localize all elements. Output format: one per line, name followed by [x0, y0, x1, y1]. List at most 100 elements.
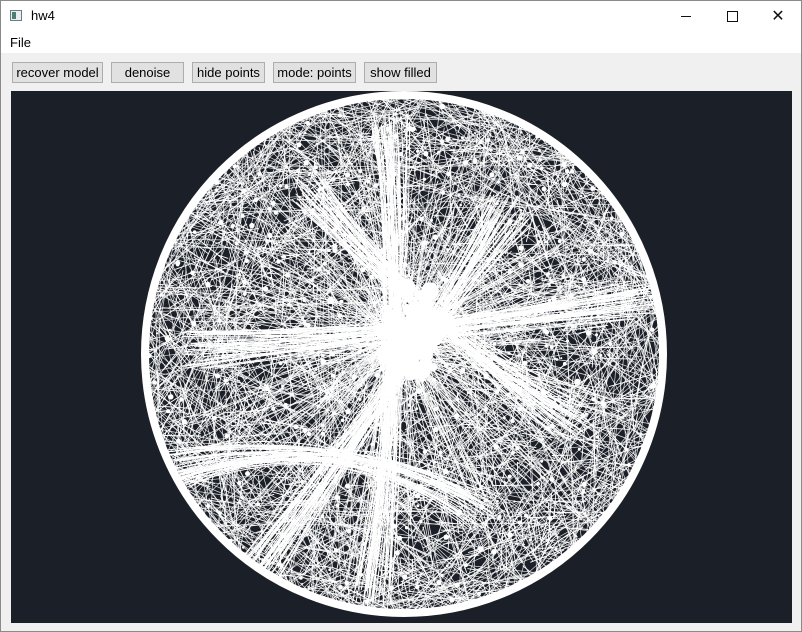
mesh-vertex	[549, 477, 555, 482]
mesh-vertex	[296, 142, 302, 148]
mesh-vertex	[374, 372, 380, 378]
mesh-vertex	[164, 336, 170, 342]
mesh-vertex	[234, 241, 239, 246]
minimize-button[interactable]	[663, 1, 709, 31]
mesh-vertex	[345, 182, 351, 187]
mesh-vertex	[262, 393, 265, 396]
mesh-vertex	[433, 271, 436, 274]
mesh-vertex	[397, 535, 403, 541]
mesh-edge	[519, 93, 526, 121]
mesh-vertex	[489, 172, 495, 178]
mesh-vertex	[539, 308, 545, 315]
mesh-vertex	[517, 386, 523, 392]
close-button[interactable]: ✕	[755, 1, 801, 31]
mesh-vertex	[496, 180, 500, 184]
mesh-vertex	[308, 168, 312, 171]
mesh-vertex	[519, 208, 522, 212]
mesh-vertex	[196, 475, 201, 480]
mesh-vertex	[340, 418, 345, 422]
mesh-vertex	[293, 327, 296, 330]
mesh-vertex	[462, 160, 469, 166]
title-bar[interactable]: hw4 ✕	[1, 1, 801, 31]
mesh-vertex	[495, 201, 499, 206]
mesh-vertex	[483, 407, 488, 412]
mesh-core-vertex	[406, 324, 422, 339]
mesh-vertex	[392, 171, 397, 177]
mesh-vertex	[496, 499, 499, 503]
menu-file[interactable]: File	[10, 35, 31, 50]
mesh-vertex	[441, 190, 446, 195]
mesh-vertex	[317, 187, 322, 192]
mesh-vertex	[360, 573, 364, 577]
denoise-button[interactable]: denoise	[111, 62, 184, 83]
mesh-vertex	[527, 162, 533, 168]
mesh-vertex	[376, 510, 382, 516]
mesh-vertex	[381, 175, 386, 180]
mesh-vertex	[215, 188, 218, 192]
mesh-vertex	[262, 286, 269, 292]
mesh-vertex	[322, 195, 326, 199]
mesh-vertex	[176, 438, 182, 444]
mesh-vertex	[269, 277, 273, 280]
mesh-edge	[199, 368, 210, 415]
mesh-vertex	[460, 367, 466, 373]
mesh-edge	[455, 608, 493, 616]
mesh-vertex	[339, 299, 344, 304]
mesh-vertex	[572, 166, 575, 169]
mesh-vertex	[584, 412, 588, 416]
mesh-vertex	[271, 406, 276, 411]
mesh-vertex	[599, 353, 603, 357]
mesh-vertex	[607, 353, 611, 357]
mesh-vertex	[358, 169, 363, 174]
mesh-vertex	[627, 463, 631, 467]
mesh-vertex	[215, 373, 221, 379]
mesh-vertex	[581, 277, 587, 282]
recover-model-button[interactable]: recover model	[12, 62, 103, 83]
mesh-vertex	[561, 274, 566, 278]
mesh-vertex	[579, 311, 583, 314]
mesh-vertex	[415, 407, 419, 410]
mesh-vertex	[399, 247, 403, 251]
mesh-vertex	[181, 419, 187, 425]
mesh-vertex	[449, 597, 455, 603]
hide-points-button[interactable]: hide points	[192, 62, 265, 83]
mesh-vertex	[485, 274, 489, 278]
mesh-vertex	[243, 462, 247, 466]
maximize-button[interactable]	[709, 1, 755, 31]
mesh-vertex	[407, 403, 411, 407]
mesh-vertex	[437, 150, 441, 154]
mesh-vertex	[507, 392, 511, 396]
mesh-vertex	[443, 468, 449, 475]
mesh-vertex	[335, 503, 340, 508]
mesh-vertex	[620, 223, 623, 226]
mesh-vertex	[522, 360, 528, 366]
mesh-vertex	[387, 209, 393, 216]
mesh-vertex	[411, 449, 414, 452]
mesh-vertex	[299, 523, 303, 527]
mesh-vertex	[618, 475, 622, 478]
mesh-vertex	[257, 247, 262, 251]
mesh-vertex	[596, 493, 599, 496]
mesh-vertex	[385, 151, 390, 157]
mesh-vertex	[466, 391, 470, 395]
window-title: hw4	[31, 8, 55, 23]
mesh-vertex	[404, 472, 408, 475]
mesh-vertex	[561, 181, 567, 188]
mesh-vertex	[485, 138, 491, 143]
mesh-vertex	[433, 406, 439, 412]
mesh-vertex	[654, 383, 657, 387]
mesh-vertex	[320, 358, 327, 365]
mesh-vertex	[445, 136, 451, 142]
mesh-vertex	[625, 447, 629, 452]
mesh-vertex	[191, 321, 197, 327]
mesh-vertex	[351, 374, 357, 380]
show-filled-button[interactable]: show filled	[364, 62, 437, 83]
mesh-vertex	[386, 377, 392, 383]
render-viewport[interactable]	[11, 91, 792, 623]
mesh-vertex	[257, 172, 262, 177]
mesh-vertex	[540, 389, 546, 395]
mode-points-button[interactable]: mode: points	[273, 62, 356, 83]
mesh-vertex	[399, 116, 403, 119]
mesh-vertex	[380, 366, 386, 372]
mesh-vertex	[520, 131, 523, 134]
